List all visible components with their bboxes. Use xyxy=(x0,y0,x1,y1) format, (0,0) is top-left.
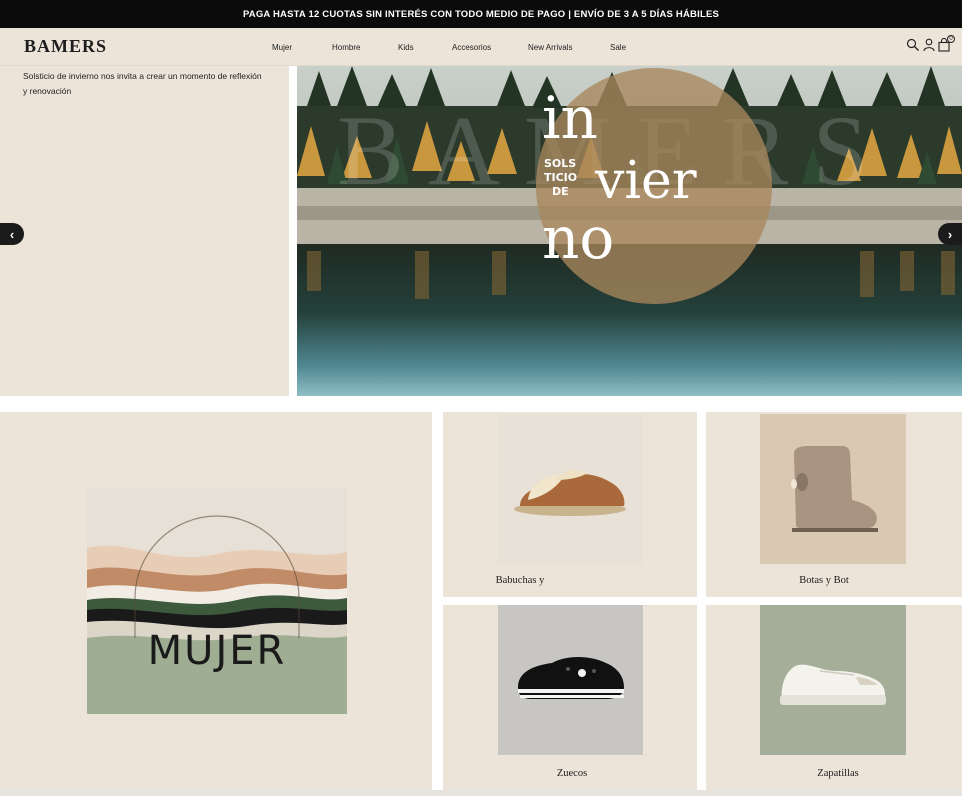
clog-illustration xyxy=(518,657,624,699)
category-botas-card[interactable]: Botas y Bot xyxy=(706,412,962,597)
user-icon[interactable] xyxy=(923,38,935,52)
announcement-text: PAGA HASTA 12 CUOTAS SIN INTERÉS CON TOD… xyxy=(242,8,720,20)
nav-item-mujer[interactable]: Mujer xyxy=(272,43,292,52)
nav-item-sale[interactable]: Sale xyxy=(610,43,626,52)
hero-slider: Solsticio de invierno nos invita a crear… xyxy=(0,66,962,396)
hero-title-vier: vier xyxy=(594,151,697,211)
botas-image xyxy=(760,414,906,564)
search-icon[interactable] xyxy=(906,38,920,52)
chevron-right-icon: › xyxy=(947,226,953,242)
cart-count-badge: 0 xyxy=(947,35,955,43)
hero-title-ticio: TICIO xyxy=(544,171,577,184)
babuchas-label: Babuchas y xyxy=(495,575,545,586)
category-zuecos-card[interactable]: Zuecos xyxy=(443,605,697,790)
zapatillas-image xyxy=(760,605,906,755)
hero-description: Solsticio de invierno nos invita a crear… xyxy=(23,71,262,96)
hero-landscape-illustration: BAMERS in vier no SOLS TICIO DE xyxy=(297,66,962,396)
category-grid: MUJER Babuchas y Botas y Bot Zuecos Zapa… xyxy=(0,412,962,796)
mujer-artwork-title: MUJER xyxy=(148,628,287,674)
mujer-artwork: MUJER xyxy=(87,488,347,714)
sneaker-illustration xyxy=(780,664,886,705)
hero-title-no: no xyxy=(542,204,614,272)
babuchas-image xyxy=(498,414,643,564)
hero-image[interactable]: BAMERS in vier no SOLS TICIO DE xyxy=(297,66,962,396)
hero-title-de: DE xyxy=(552,185,569,198)
zuecos-label: Zuecos xyxy=(556,768,588,779)
hero-text-panel: Solsticio de invierno nos invita a crear… xyxy=(0,66,289,396)
site-header: BAMERS Mujer Hombre Kids Accesorios New … xyxy=(0,28,962,66)
category-zapatillas-card[interactable]: Zapatillas xyxy=(706,605,962,790)
zuecos-image xyxy=(498,605,643,755)
slider-next-button[interactable]: › xyxy=(938,223,962,245)
slider-prev-button[interactable]: ‹ xyxy=(0,223,24,245)
main-nav: Mujer Hombre Kids Accesorios New Arrival… xyxy=(0,43,962,55)
category-mujer-card[interactable]: MUJER xyxy=(0,412,432,790)
chevron-left-icon: ‹ xyxy=(9,226,15,242)
nav-item-hombre[interactable]: Hombre xyxy=(332,43,360,52)
cart-button[interactable]: 0 xyxy=(938,35,955,52)
boot-illustration xyxy=(791,446,878,532)
slipper-illustration xyxy=(514,470,626,516)
zapatillas-label: Zapatillas xyxy=(817,768,859,779)
nav-item-kids[interactable]: Kids xyxy=(398,43,414,52)
announcement-bar: PAGA HASTA 12 CUOTAS SIN INTERÉS CON TOD… xyxy=(0,0,962,28)
nav-item-new-arrivals[interactable]: New Arrivals xyxy=(528,43,572,52)
header-icons: 0 xyxy=(906,35,955,52)
hero-title-sols: SOLS xyxy=(544,157,576,170)
nav-item-accesorios[interactable]: Accesorios xyxy=(452,43,491,52)
page-bottom-divider xyxy=(0,790,962,796)
hero-title-in: in xyxy=(542,84,598,152)
botas-label: Botas y Bot xyxy=(799,575,849,586)
category-babuchas-card[interactable]: Babuchas y xyxy=(443,412,697,597)
